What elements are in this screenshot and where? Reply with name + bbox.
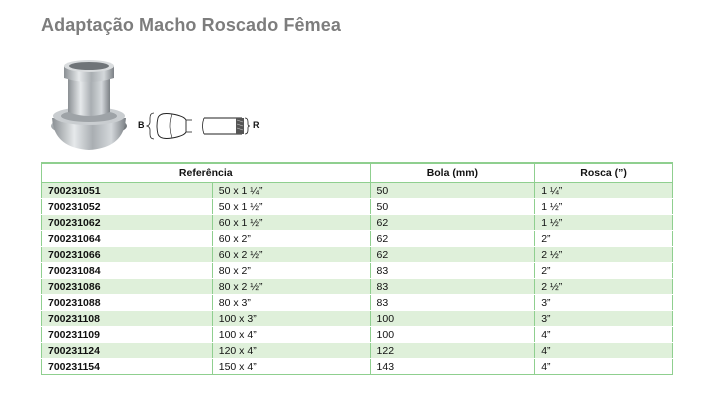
label-b: B: [138, 120, 145, 130]
cell-rosca: 2”: [534, 230, 673, 247]
cell-bola: 50: [369, 198, 536, 215]
cell-referencia: 700231051: [41, 182, 213, 199]
cell-dimensao: 60 x 2”: [211, 230, 371, 247]
cell-bola: 100: [369, 310, 536, 327]
table-row: 700231108 100 x 3” 100 3”: [41, 310, 673, 327]
cell-referencia: 700231066: [41, 246, 213, 263]
cell-bola: 83: [369, 262, 536, 279]
cell-rosca: 3”: [534, 294, 673, 311]
cell-rosca: 3”: [534, 310, 673, 327]
cell-dimensao: 80 x 3”: [211, 294, 371, 311]
cell-rosca: 2 ½”: [534, 278, 673, 295]
table-row: 700231154 150 x 4” 143 4”: [41, 358, 673, 375]
cell-referencia: 700231154: [41, 358, 213, 375]
cell-bola: 83: [369, 278, 536, 295]
table-row: 700231064 60 x 2” 62 2”: [41, 230, 673, 247]
cell-referencia: 700231108: [41, 310, 213, 327]
cell-referencia: 700231064: [41, 230, 213, 247]
cell-rosca: 1 ½”: [534, 198, 673, 215]
cell-dimensao: 50 x 1 ¼”: [211, 182, 371, 199]
cell-dimensao: 60 x 1 ½”: [211, 214, 371, 231]
table-header-row: Referência Bola (mm) Rosca (”): [41, 162, 673, 183]
label-r: R: [253, 120, 260, 130]
cell-rosca: 4”: [534, 358, 673, 375]
cell-bola: 62: [369, 246, 536, 263]
cell-dimensao: 50 x 1 ½”: [211, 198, 371, 215]
page-title: Adaptação Macho Roscado Fêmea: [41, 15, 341, 35]
cell-bola: 100: [369, 326, 536, 343]
cell-referencia: 700231084: [41, 262, 213, 279]
cell-bola: 83: [369, 294, 536, 311]
cell-bola: 143: [369, 358, 536, 375]
cell-rosca: 1 ½”: [534, 214, 673, 231]
cell-dimensao: 80 x 2 ½”: [211, 278, 371, 295]
header-bola: Bola (mm): [369, 162, 536, 183]
cell-bola: 62: [369, 230, 536, 247]
cell-referencia: 700231062: [41, 214, 213, 231]
header-rosca: Rosca (”): [534, 162, 673, 183]
cell-referencia: 700231124: [41, 342, 213, 359]
cell-dimensao: 120 x 4”: [211, 342, 371, 359]
header-referencia: Referência: [41, 162, 371, 183]
table-row: 700231088 80 x 3” 83 3”: [41, 294, 673, 311]
cell-referencia: 700231109: [41, 326, 213, 343]
cell-rosca: 1 ¼”: [534, 182, 673, 199]
cell-rosca: 2 ½”: [534, 246, 673, 263]
table-row: 700231066 60 x 2 ½” 62 2 ½”: [41, 246, 673, 263]
table-row: 700231124 120 x 4” 122 4”: [41, 342, 673, 359]
cell-referencia: 700231088: [41, 294, 213, 311]
cell-rosca: 2”: [534, 262, 673, 279]
spec-table: Referência Bola (mm) Rosca (”) 700231051…: [41, 162, 673, 375]
cell-referencia: 700231052: [41, 198, 213, 215]
table-row: 700231052 50 x 1 ½” 50 1 ½”: [41, 198, 673, 215]
product-photo: [51, 60, 127, 150]
cell-bola: 122: [369, 342, 536, 359]
cell-dimensao: 100 x 4”: [211, 326, 371, 343]
cell-rosca: 4”: [534, 342, 673, 359]
table-row: 700231109 100 x 4” 100 4”: [41, 326, 673, 343]
table-row: 700231086 80 x 2 ½” 83 2 ½”: [41, 278, 673, 295]
table-row: 700231062 60 x 1 ½” 62 1 ½”: [41, 214, 673, 231]
cell-bola: 50: [369, 182, 536, 199]
cell-dimensao: 150 x 4”: [211, 358, 371, 375]
cell-rosca: 4”: [534, 326, 673, 343]
cell-dimensao: 60 x 2 ½”: [211, 246, 371, 263]
table-row: 700231084 80 x 2” 83 2”: [41, 262, 673, 279]
cell-referencia: 700231086: [41, 278, 213, 295]
table-row: 700231051 50 x 1 ¼” 50 1 ¼”: [41, 182, 673, 199]
cell-bola: 62: [369, 214, 536, 231]
cell-dimensao: 100 x 3”: [211, 310, 371, 327]
cell-dimensao: 80 x 2”: [211, 262, 371, 279]
